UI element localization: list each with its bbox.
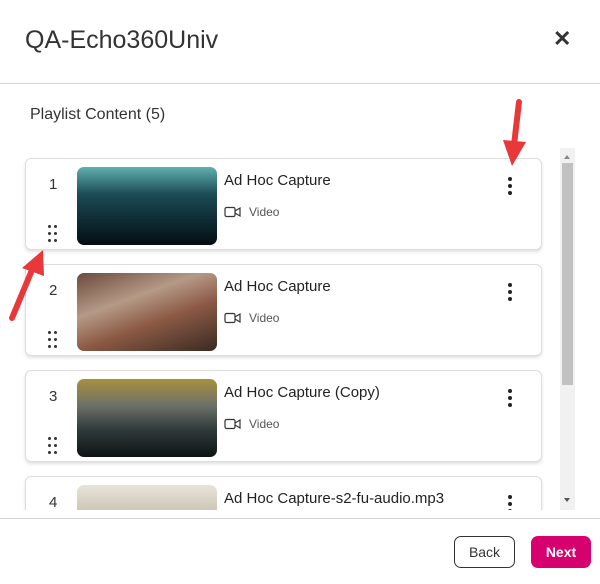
arrow-to-kebab-icon	[503, 99, 526, 166]
arrow-to-drag-handle-icon	[9, 250, 44, 321]
annotation-arrows	[9, 99, 526, 321]
